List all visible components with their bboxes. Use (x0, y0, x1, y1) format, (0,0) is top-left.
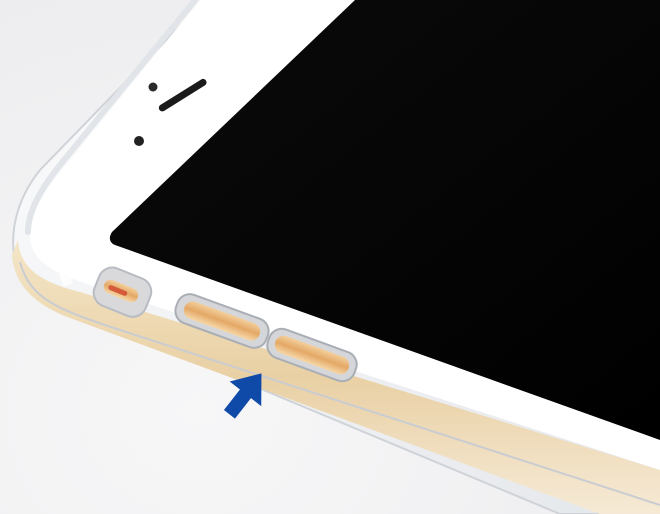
sensor-dot-icon (134, 136, 144, 146)
product-photo (0, 0, 660, 514)
phone-illustration (12, 0, 660, 514)
front-camera-icon (148, 82, 158, 92)
